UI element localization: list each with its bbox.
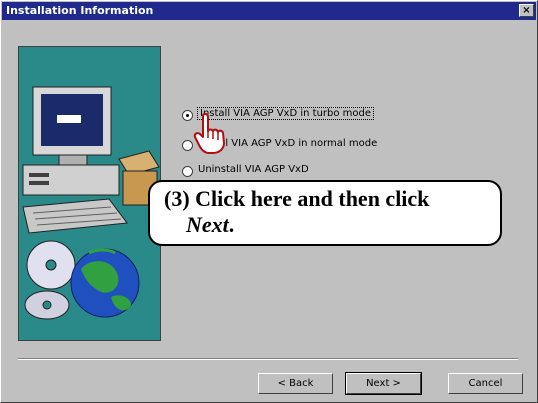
back-button[interactable]: < Back — [258, 373, 333, 394]
hand-pointer-icon — [193, 112, 225, 154]
callout-next-word: Next — [186, 212, 229, 237]
callout-period: . — [228, 212, 235, 237]
title-bar[interactable]: Installation Information × — [2, 2, 536, 20]
window-title: Installation Information — [6, 4, 154, 17]
next-button[interactable]: Next > — [345, 372, 422, 395]
installation-dialog: Installation Information × Install VIA A… — [0, 0, 538, 403]
cancel-button[interactable]: Cancel — [448, 373, 523, 394]
setup-illustration — [18, 46, 161, 341]
callout-line-1: (3) Click here and then click — [164, 186, 430, 211]
instruction-callout: (3) Click here and then click Next. — [148, 180, 502, 246]
close-button[interactable]: × — [519, 4, 534, 17]
callout-line-2: Next. — [164, 212, 429, 238]
option-label[interactable]: Uninstall VIA AGP VxD — [198, 164, 309, 175]
computer-disks-globe-icon — [19, 47, 160, 340]
callout-text: (3) Click here and then click Next. — [164, 186, 429, 238]
radio-uninstall[interactable] — [182, 166, 193, 177]
divider — [18, 358, 518, 360]
